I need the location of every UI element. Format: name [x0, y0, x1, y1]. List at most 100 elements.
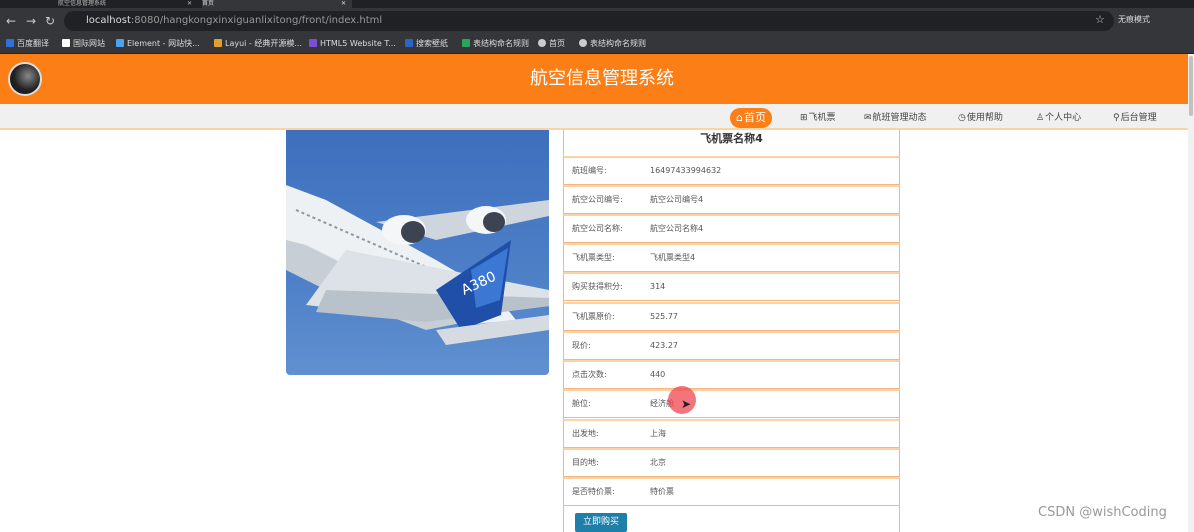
tab-label: 航空信息管理系统 — [58, 0, 107, 7]
bookmark-label: 表结构命名规则 — [590, 39, 646, 48]
bookmark-item[interactable]: 表结构命名规则 — [579, 37, 646, 51]
close-icon[interactable]: ✕ — [187, 0, 192, 8]
detail-value: 航空公司名称4 — [650, 224, 704, 233]
close-icon[interactable]: ✕ — [341, 0, 346, 8]
bookmark-favicon-icon — [309, 39, 317, 47]
bookmark-favicon-icon — [116, 39, 124, 47]
nav-label: 航班管理动态 — [872, 113, 927, 123]
bookmark-favicon-icon — [462, 39, 470, 47]
bookmark-label: Element - 网站快... — [127, 39, 200, 48]
bookmark-favicon-icon — [6, 39, 14, 47]
detail-row: 是否特价票: 特价票 — [563, 477, 900, 506]
detail-value: 飞机票类型4 — [650, 253, 696, 262]
nav-label: 个人中心 — [1045, 113, 1082, 123]
detail-row: 航空公司编号: 航空公司编号4 — [563, 185, 900, 214]
detail-label: 现价: — [572, 341, 591, 350]
nav-profile[interactable]: ♙个人中心 — [1036, 108, 1081, 128]
bookmark-item[interactable]: 表结构命名规则 — [462, 37, 529, 51]
mouse-cursor-icon: ➤ — [681, 397, 692, 411]
bookmark-item[interactable]: Element - 网站快... — [116, 37, 200, 51]
nav-label: 飞机票 — [808, 113, 836, 123]
detail-value: 北京 — [650, 458, 666, 467]
tab-label: 首页 — [202, 0, 215, 7]
bookmark-label: 搜索壁纸 — [416, 39, 448, 48]
profile-label[interactable]: 无痕模式 — [1118, 13, 1150, 27]
nav-label: 后台管理 — [1120, 113, 1157, 123]
detail-value: 特价票 — [650, 487, 674, 496]
globe-icon — [579, 39, 587, 47]
bookmark-label: 表结构命名规则 — [473, 39, 529, 48]
bookmark-item[interactable]: 国际网站 — [62, 37, 105, 51]
message-icon: ✉ — [864, 113, 872, 123]
nav-label: 使用帮助 — [966, 113, 1003, 123]
detail-label: 目的地: — [572, 458, 599, 467]
ticket-title: 飞机票名称4 — [700, 132, 763, 145]
watermark: CSDN @wishCoding — [1038, 505, 1167, 520]
detail-value: 上海 — [650, 429, 666, 438]
detail-row: 出发地: 上海 — [563, 419, 900, 448]
bookmark-item[interactable]: 搜索壁纸 — [405, 37, 448, 51]
bookmark-label: 百度翻译 — [17, 39, 49, 48]
bookmark-label: HTML5 Website T... — [320, 39, 396, 48]
scrollbar-thumb[interactable] — [1189, 56, 1193, 116]
site-title: 航空信息管理系统 — [530, 68, 674, 89]
address-text[interactable]: localhost:8080/hangkongxinxiguanlixitong… — [86, 14, 382, 28]
nav-tickets[interactable]: ⊞飞机票 — [800, 108, 836, 128]
bookmark-label: 首页 — [549, 39, 565, 48]
bookmark-favicon-icon — [214, 39, 222, 47]
reload-icon[interactable]: ↻ — [45, 14, 55, 28]
detail-value: 航空公司编号4 — [650, 195, 704, 204]
tag-icon: ◷ — [958, 113, 966, 123]
nav-admin[interactable]: ⚲后台管理 — [1113, 108, 1157, 128]
detail-row: 飞机票类型: 飞机票类型4 — [563, 243, 900, 272]
forward-icon[interactable]: → — [26, 14, 36, 28]
detail-row: 目的地: 北京 — [563, 448, 900, 477]
detail-label: 出发地: — [572, 429, 599, 438]
bookmark-item[interactable]: 百度翻译 — [6, 37, 49, 51]
detail-row: 飞机票原价: 525.77 — [563, 302, 900, 331]
browser-tab-home[interactable]: 首页 ✕ — [202, 0, 352, 8]
page-scrollbar[interactable] — [1188, 54, 1194, 532]
bookmark-item[interactable]: 首页 — [538, 37, 565, 51]
bookmark-favicon-icon — [62, 39, 70, 47]
buy-now-button[interactable]: 立即购买 — [575, 513, 627, 532]
detail-label: 飞机票类型: — [572, 253, 615, 262]
nav-flight-news[interactable]: ✉航班管理动态 — [864, 108, 927, 128]
bookmark-item[interactable]: Layui - 经典开源模... — [214, 37, 302, 51]
url-path: :8080/hangkongxinxiguanlixitong/front/in… — [130, 15, 383, 26]
detail-label: 购买获得积分: — [572, 282, 623, 291]
bookmark-label: Layui - 经典开源模... — [225, 39, 302, 48]
ticket-image: A380 — [286, 130, 549, 375]
detail-label: 飞机票原价: — [572, 312, 615, 321]
detail-label: 航空公司编号: — [572, 195, 623, 204]
detail-label: 是否特价票: — [572, 487, 615, 496]
detail-label: 航空公司名称: — [572, 224, 623, 233]
detail-value: 440 — [650, 370, 666, 379]
detail-row: 舱位: 经济舱 — [563, 389, 900, 418]
browser-tab-bar: 航空信息管理系统 ✕ 首页 ✕ — [0, 0, 1194, 8]
bookmark-favicon-icon — [405, 39, 413, 47]
detail-label: 点击次数: — [572, 370, 607, 379]
bookmark-item[interactable]: HTML5 Website T... — [309, 37, 396, 51]
nav-home[interactable]: ⌂首页 — [730, 108, 772, 128]
airplane-illustration: A380 — [286, 185, 549, 345]
bookmark-star-icon[interactable]: ☆ — [1095, 13, 1105, 26]
back-icon[interactable]: ← — [6, 14, 16, 28]
site-nav — [0, 104, 1188, 130]
detail-row: 航空公司名称: 航空公司名称4 — [563, 214, 900, 243]
detail-value: 314 — [650, 282, 666, 291]
home-icon: ⌂ — [736, 111, 743, 124]
detail-label: 航班编号: — [572, 166, 607, 175]
detail-value: 525.77 — [650, 312, 678, 321]
browser-tab-admin[interactable]: 航空信息管理系统 ✕ — [58, 0, 198, 8]
bookmark-label: 国际网站 — [73, 39, 105, 48]
nav-label: 首页 — [743, 111, 766, 124]
detail-row: 购买获得积分: 314 — [563, 272, 900, 301]
url-host: localhost — [86, 15, 131, 26]
grid-icon: ⊞ — [800, 113, 808, 123]
nav-help[interactable]: ◷使用帮助 — [958, 108, 1003, 128]
detail-label: 舱位: — [572, 399, 591, 408]
detail-row: 现价: 423.27 — [563, 331, 900, 360]
bookmarks-bar: 百度翻译 国际网站 Element - 网站快... Layui - 经典开源模… — [0, 34, 1194, 54]
link-icon: ⚲ — [1113, 113, 1120, 123]
